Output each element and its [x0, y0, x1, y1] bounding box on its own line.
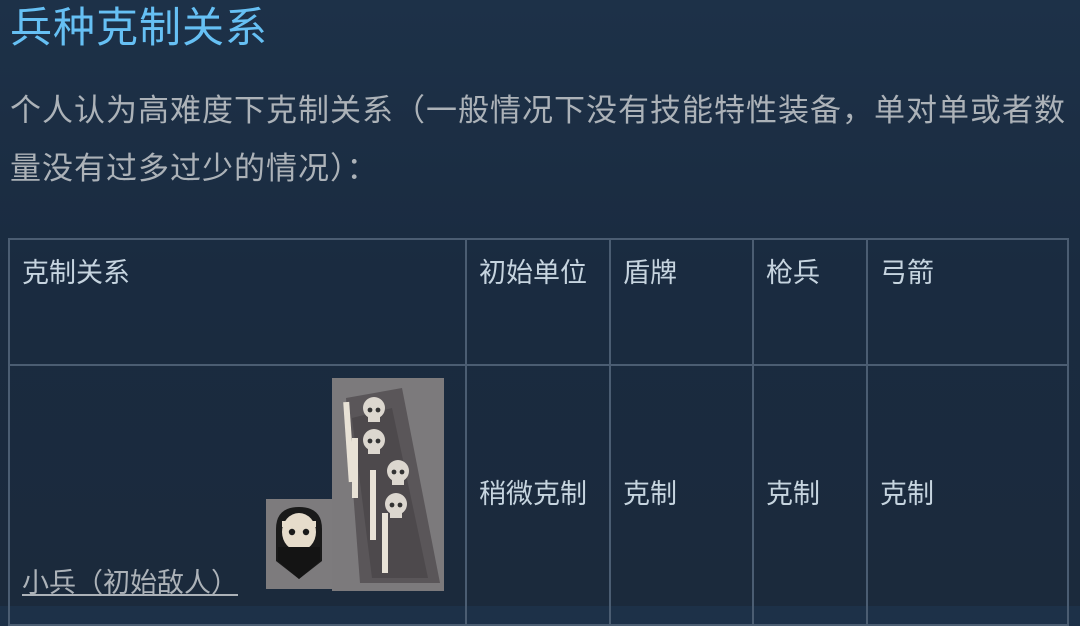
header-archer: 弓箭: [866, 238, 1069, 366]
skull-spearmen-banner-icon: [332, 378, 444, 591]
page: 兵种克制关系 个人认为高难度下克制关系（一般情况下没有技能特性装备，单对单或者数…: [0, 0, 1080, 626]
cell-archer: 克制: [866, 364, 1069, 626]
intro-paragraph: 个人认为高难度下克制关系（一般情况下没有技能特性装备，单对单或者数量没有过多过少…: [10, 93, 1066, 187]
table-row: 小兵（初始敌人） 稍微克制 克制 克制 克制: [8, 364, 1069, 626]
header-shield: 盾牌: [609, 238, 754, 366]
cell-shield: 克制: [609, 364, 754, 626]
counter-relation-table: 克制关系 初始单位 盾牌 枪兵 弓箭 小兵（初始敌人） 稍微克制 克制 克制 克…: [8, 238, 1069, 626]
hooded-soldier-portrait-icon: [266, 499, 332, 589]
header-spearman: 枪兵: [752, 238, 868, 366]
cell-spearman: 克制: [752, 364, 868, 626]
table-header-row: 克制关系 初始单位 盾牌 枪兵 弓箭: [8, 238, 1069, 366]
cell-initial-unit: 稍微克制: [465, 364, 611, 626]
section-title: 兵种克制关系: [10, 3, 269, 52]
unit-cell: 小兵（初始敌人）: [8, 364, 467, 626]
unit-link-minion[interactable]: 小兵（初始敌人）: [22, 562, 238, 606]
header-initial-unit: 初始单位: [465, 238, 611, 366]
header-relation: 克制关系: [8, 238, 467, 366]
